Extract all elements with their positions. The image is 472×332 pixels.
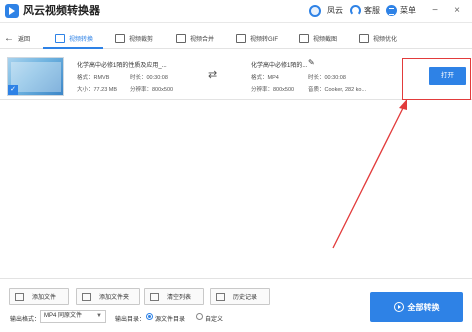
- add-file-button[interactable]: 添加文件: [9, 288, 69, 305]
- merge-icon: [176, 33, 186, 43]
- radio-custom-dir[interactable]: [196, 313, 203, 320]
- app-logo-icon: [5, 4, 19, 18]
- output-format-value: MP4 同原文件: [44, 313, 83, 319]
- history-icon: [216, 292, 225, 301]
- gif-icon: [236, 33, 246, 43]
- user-avatar-icon[interactable]: [309, 5, 321, 17]
- output-format[interactable]: 格式：MP4: [251, 73, 279, 81]
- output-duration: 时长：00:30:08: [308, 75, 346, 81]
- output-format-label: 输出格式：: [10, 317, 41, 323]
- tab-label: 视频裁剪: [129, 36, 154, 43]
- tab-video-convert[interactable]: 视频转换: [55, 30, 93, 46]
- add-file-icon: [15, 292, 24, 301]
- output-format-select[interactable]: MP4 同原文件 ▼: [40, 310, 106, 323]
- bottom-divider: [0, 278, 472, 279]
- radio-custom-dir-label[interactable]: 自定义: [205, 314, 223, 323]
- history-button[interactable]: 历史记录: [210, 288, 270, 305]
- radio-source-dir[interactable]: [146, 313, 153, 320]
- tab-video-crop[interactable]: 视频裁剪: [115, 30, 153, 46]
- source-format: 格式：RMVB: [77, 75, 110, 81]
- user-name[interactable]: 凤云: [327, 6, 343, 16]
- open-folder-button[interactable]: 打开: [429, 67, 466, 85]
- close-button[interactable]: ×: [450, 4, 464, 18]
- chevron-down-icon: ▼: [96, 313, 102, 319]
- source-file-name: 化学高中必修1陌的性质及应用_...: [77, 63, 167, 69]
- tab-label: 视频合并: [190, 36, 215, 43]
- crop-icon: [115, 33, 125, 43]
- tab-label: 视频转GIF: [250, 36, 278, 43]
- clear-list-button[interactable]: 清空列表: [144, 288, 204, 305]
- video-convert-icon: [55, 33, 65, 43]
- tab-video-merge[interactable]: 视频合并: [176, 30, 214, 46]
- radio-source-dir-label[interactable]: 源文件目录: [155, 314, 185, 323]
- add-file-label: 添加文件: [32, 295, 57, 301]
- edit-name-icon[interactable]: ✎: [308, 58, 315, 67]
- source-duration: 时长：00:30:08: [130, 75, 168, 81]
- tab-video-optimize[interactable]: 视频优化: [359, 30, 397, 46]
- source-resolution: 分辨率：800x500: [130, 87, 174, 93]
- menu-button[interactable]: 菜单: [400, 6, 416, 16]
- optimize-icon: [359, 33, 369, 43]
- convert-all-button[interactable]: 全部转换: [370, 292, 463, 322]
- output-resolution: 分辨率：800x500: [251, 87, 295, 93]
- back-label: 返回: [18, 36, 31, 43]
- tab-video-screenshot[interactable]: 视频截图: [299, 30, 337, 46]
- add-folder-label: 添加文件夹: [99, 295, 130, 301]
- tab-label: 视频优化: [373, 36, 398, 43]
- clear-list-label: 清空列表: [167, 295, 192, 301]
- headset-icon[interactable]: [350, 5, 361, 16]
- output-file-name: 化学高中必修1陌的...: [251, 63, 308, 69]
- service-button[interactable]: 客服: [364, 6, 380, 16]
- checkbox-checked-icon[interactable]: ✓: [8, 85, 18, 95]
- convert-arrows-icon: ⇄: [208, 69, 218, 81]
- tab-label: 视频截图: [313, 36, 338, 43]
- screenshot-icon: [299, 33, 309, 43]
- back-button[interactable]: ← 返回: [4, 31, 30, 45]
- function-toolbar: ← 返回 视频转换 视频裁剪 视频合并 视频转GIF 视频截图 视频优化: [0, 27, 472, 49]
- minimize-button[interactable]: −: [428, 4, 442, 18]
- title-bar: 风云视频转换器 凤云 客服 菜单 − ×: [0, 0, 472, 23]
- clear-list-icon: [150, 292, 159, 301]
- convert-all-label: 全部转换: [407, 302, 440, 312]
- back-arrow-icon: ←: [4, 32, 14, 44]
- active-tab-indicator: [43, 47, 103, 49]
- source-size: 大小：77.23 MB: [77, 87, 118, 93]
- menu-icon[interactable]: [386, 5, 397, 16]
- output-quality: 音质：Cooker, 282 ko...: [308, 87, 367, 93]
- add-folder-icon: [82, 292, 91, 301]
- tab-video-gif[interactable]: 视频转GIF: [236, 30, 278, 46]
- tab-label: 视频转换: [69, 36, 94, 43]
- output-dir-label: 输出目录：: [115, 317, 146, 323]
- history-label: 历史记录: [233, 295, 258, 301]
- convert-icon: [393, 302, 404, 312]
- video-thumbnail: ✓: [7, 57, 64, 96]
- annotation-arrow: [332, 99, 407, 249]
- add-folder-button[interactable]: 添加文件夹: [76, 288, 140, 305]
- app-title: 风云视频转换器: [23, 5, 100, 17]
